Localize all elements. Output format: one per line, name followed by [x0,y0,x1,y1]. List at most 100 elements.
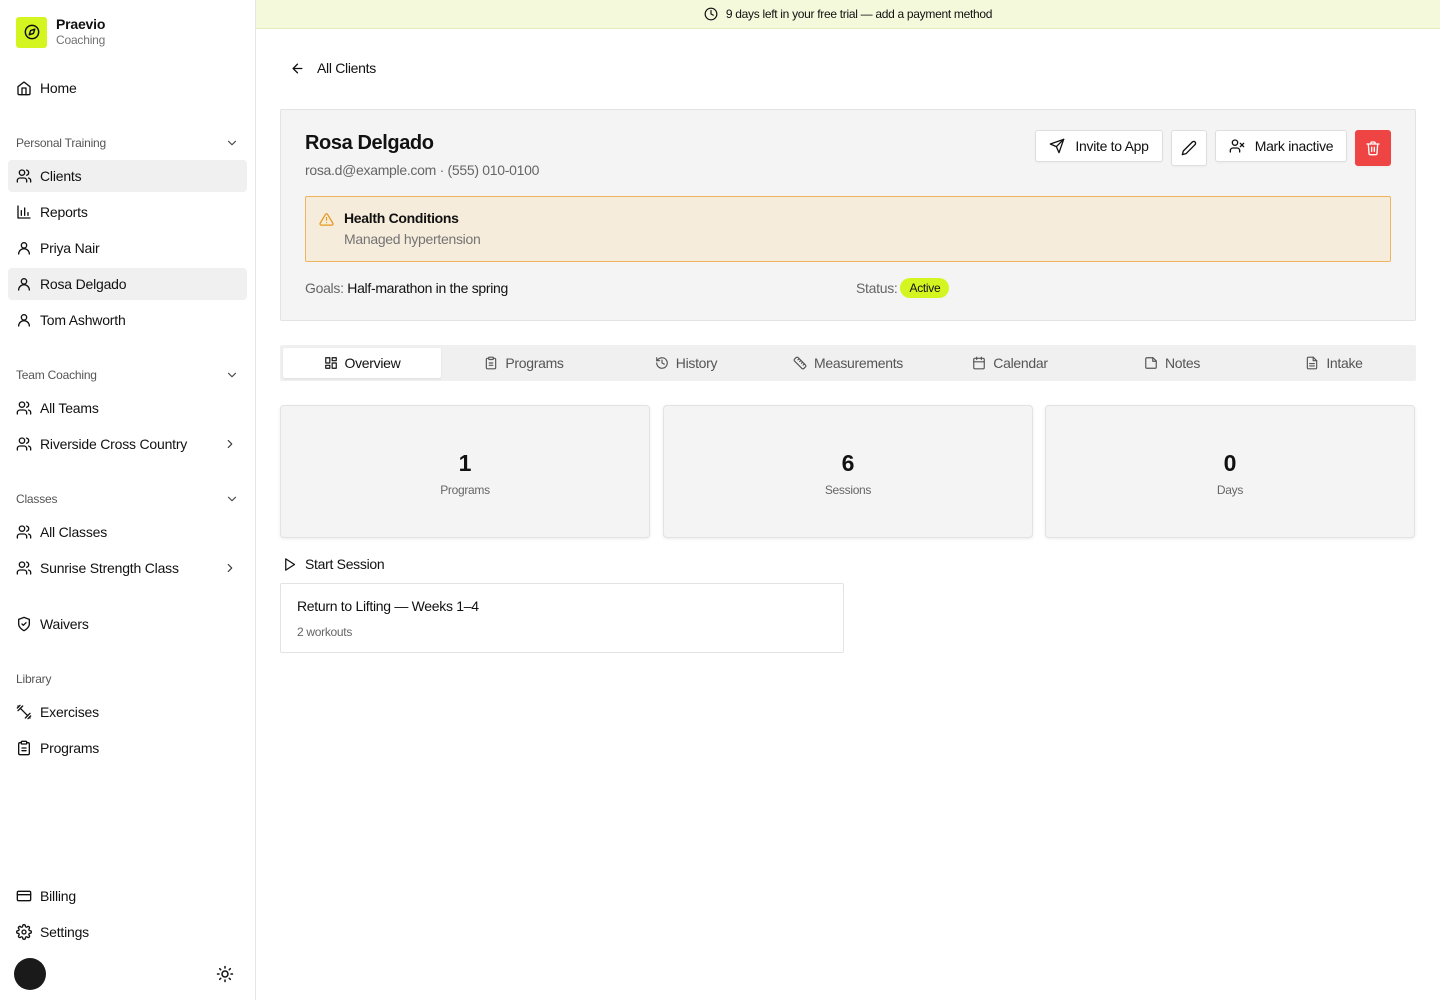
section-label: Team Coaching [16,368,97,382]
delete-client-button[interactable] [1355,130,1391,166]
tab-measurements[interactable]: Measurements [769,348,927,378]
client-contact: rosa.d@example.com · (555) 010-0100 [305,162,540,178]
stat-label: Programs [440,483,490,497]
chevron-right-icon[interactable] [223,561,237,575]
sidebar-item-all-classes[interactable]: All Classes [8,516,247,548]
sidebar-item-all-teams[interactable]: All Teams [8,392,247,424]
tab-history[interactable]: History [607,348,765,378]
file-text-icon [1307,356,1318,370]
dumbbell-icon [16,704,32,720]
sidebar-item-billing[interactable]: Billing [8,880,247,912]
mark-inactive-button[interactable]: Mark inactive [1215,130,1347,162]
section-label: Personal Training [16,136,106,150]
trial-banner-text: 9 days left in your free trial — add a p… [725,7,993,21]
status-label: Status: [856,280,898,296]
stat-card-programs: 1 Programs [280,405,650,538]
tab-programs[interactable]: Programs [445,348,603,378]
tab-label: History [675,355,718,371]
trash-icon [1366,141,1380,156]
back-to-all-clients-link[interactable]: All Clients [290,60,376,76]
users-icon [16,525,32,539]
sidebar-item-label: Riverside Cross Country [40,436,188,452]
invite-to-app-button[interactable]: Invite to App [1035,130,1163,162]
edit-client-button[interactable] [1171,130,1207,166]
sidebar-item-label: Programs [40,740,100,756]
tab-intake[interactable]: Intake [1255,348,1413,378]
sidebar-item-exercises[interactable]: Exercises [8,696,247,728]
trial-banner[interactable]: 9 days left in your free trial — add a p… [256,0,1440,29]
sticky-note-icon [1145,357,1157,369]
home-icon [17,81,31,96]
client-status: Status: Active [856,278,950,298]
clipboard-icon [18,740,30,756]
sidebar-item-label: Billing [40,888,76,904]
section-label: Classes [16,492,58,506]
tab-notes[interactable]: Notes [1093,348,1251,378]
brand[interactable]: Praevio Coaching [16,16,105,48]
health-conditions-title: Health Conditions [344,210,459,226]
health-conditions-description: Managed hypertension [344,231,481,247]
clipboard-icon [486,356,497,370]
brand-name: Praevio [56,16,106,32]
compass-icon [16,16,47,48]
sidebar-item-label: Waivers [40,616,89,632]
warning-icon [319,213,334,226]
user-icon [18,242,30,255]
bar-chart-icon [17,205,31,219]
sidebar-item-label: Tom Ashworth [40,312,126,328]
program-title: Return to Lifting — Weeks 1–4 [297,598,479,614]
tab-label: Overview [344,355,401,371]
tab-label: Calendar [993,355,1048,371]
section-classes[interactable]: Classes [16,492,239,506]
stat-card-sessions: 6 Sessions [663,405,1033,538]
sun-icon[interactable] [216,965,234,983]
start-session-label: Start Session [305,556,385,572]
start-session-button[interactable]: Start Session [282,556,385,572]
gear-icon [16,924,32,940]
sidebar-item-tom-ashworth[interactable]: Tom Ashworth [8,304,247,336]
stat-label: Sessions [824,483,872,497]
layout-grid-icon [324,357,337,369]
user-x-icon [1229,139,1245,153]
history-icon [655,357,668,369]
section-personal-training[interactable]: Personal Training [16,136,239,150]
stat-label: Days [1216,483,1244,497]
section-team-coaching[interactable]: Team Coaching [16,368,239,382]
credit-card-icon [16,890,32,902]
chevron-down-icon [227,496,237,502]
user-icon [18,278,30,291]
tab-label: Programs [505,355,564,371]
brand-subtitle: Coaching [56,33,106,47]
sidebar-item-reports[interactable]: Reports [8,196,247,228]
program-card[interactable]: Return to Lifting — Weeks 1–4 2 workouts [280,583,844,653]
chevron-down-icon [227,372,237,378]
status-badge: Active [900,278,950,298]
sidebar: Praevio Coaching Home Personal Training … [0,0,256,1000]
sidebar-item-programs[interactable]: Programs [8,732,247,764]
users-icon [16,169,32,183]
shield-check-icon [18,616,30,632]
sidebar-item-label: Rosa Delgado [40,276,127,292]
sidebar-item-priya-nair[interactable]: Priya Nair [8,232,247,264]
sidebar-item-home[interactable]: Home [8,72,247,104]
sidebar-item-waivers[interactable]: Waivers [8,608,247,640]
stat-card-days: 0 Days [1045,405,1415,538]
tab-calendar[interactable]: Calendar [931,348,1089,378]
users-icon [16,561,32,575]
stat-value: 6 [841,450,855,476]
tab-overview[interactable]: Overview [283,348,441,378]
sidebar-item-rosa-delgado[interactable]: Rosa Delgado [8,268,247,300]
sidebar-item-settings[interactable]: Settings [8,916,247,948]
sidebar-item-riverside-cross-country[interactable]: Riverside Cross Country [8,428,247,460]
stat-value: 1 [458,450,472,476]
sidebar-item-label: Reports [40,204,88,220]
clock-icon [704,7,718,21]
chevron-right-icon[interactable] [223,437,237,451]
sidebar-item-sunrise-strength-class[interactable]: Sunrise Strength Class [8,552,247,584]
users-icon [16,401,32,415]
avatar[interactable] [14,958,46,990]
section-library: Library [16,672,239,686]
sidebar-item-label: All Classes [40,524,108,540]
arrow-left-icon [292,63,303,73]
sidebar-item-clients[interactable]: Clients [8,160,247,192]
